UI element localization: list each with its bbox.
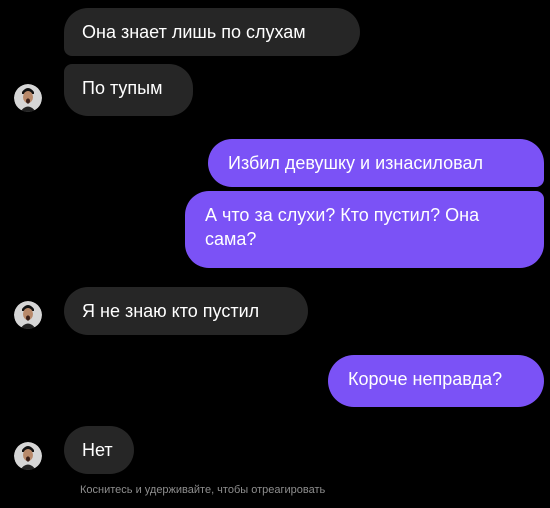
- outgoing-message[interactable]: А что за слухи? Кто пустил? Она сама?: [185, 191, 544, 268]
- incoming-message[interactable]: Я не знаю кто пустил: [64, 287, 308, 335]
- chat-thread: Она знает лишь по слухам По тупым Избил …: [0, 0, 550, 508]
- reaction-hint: Коснитесь и удерживайте, чтобы отреагиро…: [80, 484, 326, 496]
- user-avatar-icon: [14, 301, 42, 329]
- incoming-message[interactable]: Нет: [64, 426, 134, 474]
- avatar[interactable]: [14, 301, 42, 329]
- incoming-message[interactable]: Она знает лишь по слухам: [64, 8, 360, 56]
- avatar[interactable]: [14, 84, 42, 112]
- incoming-message[interactable]: По тупым: [64, 64, 193, 116]
- outgoing-message[interactable]: Избил девушку и изнасиловал: [208, 139, 544, 187]
- outgoing-message[interactable]: Короче неправда?: [328, 355, 544, 407]
- user-avatar-icon: [14, 84, 42, 112]
- avatar[interactable]: [14, 442, 42, 470]
- user-avatar-icon: [14, 442, 42, 470]
